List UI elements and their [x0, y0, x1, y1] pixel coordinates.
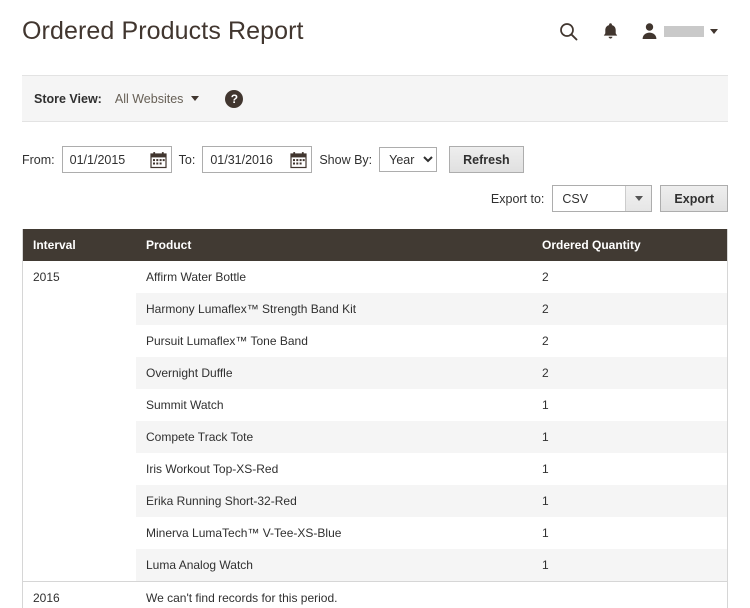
- user-name-redacted: [664, 26, 704, 37]
- store-view-label: Store View:: [34, 92, 102, 106]
- quantity-cell: 1: [532, 421, 727, 453]
- quantity-cell: 1: [532, 485, 727, 517]
- column-header-product: Product: [136, 229, 532, 261]
- store-view-select[interactable]: All Websites: [115, 92, 200, 106]
- product-cell: Pursuit Lumaflex™ Tone Band: [136, 325, 532, 357]
- calendar-icon[interactable]: [150, 151, 167, 168]
- column-header-interval: Interval: [23, 229, 136, 261]
- calendar-icon[interactable]: [290, 151, 307, 168]
- user-avatar-icon: [641, 22, 658, 40]
- search-icon[interactable]: [557, 20, 579, 42]
- quantity-cell: 1: [532, 549, 727, 582]
- product-cell: Compete Track Tote: [136, 421, 532, 453]
- from-label: From:: [22, 153, 55, 167]
- store-view-bar: Store View: All Websites ?: [22, 75, 728, 122]
- export-row: Export to: CSV Export: [22, 185, 728, 212]
- filter-row: From: 01/1/2015 To: 01/31/2016: [22, 146, 728, 173]
- table-row: 2015 Affirm Water Bottle 2: [23, 261, 727, 293]
- column-header-ordered-quantity: Ordered Quantity: [532, 229, 727, 261]
- export-button[interactable]: Export: [660, 185, 728, 212]
- product-cell: Overnight Duffle: [136, 357, 532, 389]
- quantity-cell: 1: [532, 453, 727, 485]
- quantity-cell: 2: [532, 325, 727, 357]
- table-row-empty: 2016 We can't find records for this peri…: [23, 582, 727, 608]
- export-to-label: Export to:: [491, 192, 545, 206]
- bell-icon[interactable]: [599, 20, 621, 42]
- chevron-down-icon: [191, 96, 199, 101]
- chevron-down-icon[interactable]: [625, 186, 651, 211]
- export-format-select[interactable]: CSV: [552, 185, 652, 212]
- table-header-row: Interval Product Ordered Quantity: [23, 229, 727, 261]
- quantity-cell: 2: [532, 261, 727, 293]
- product-cell: Minerva LumaTech™ V-Tee-XS-Blue: [136, 517, 532, 549]
- quantity-cell: 1: [532, 389, 727, 421]
- show-by-select[interactable]: Year: [379, 147, 437, 172]
- header-actions: [557, 20, 728, 42]
- chevron-down-icon: [710, 29, 718, 34]
- empty-period-message: We can't find records for this period.: [136, 582, 532, 608]
- quantity-cell: 2: [532, 293, 727, 325]
- store-view-selected-value: All Websites: [115, 92, 184, 106]
- quantity-cell: 1: [532, 517, 727, 549]
- show-by-label: Show By:: [319, 153, 372, 167]
- help-icon[interactable]: ?: [225, 90, 243, 108]
- table-head: Interval Product Ordered Quantity: [23, 229, 727, 261]
- user-menu[interactable]: [641, 22, 718, 40]
- interval-cell: 2015: [23, 261, 136, 582]
- product-cell: Affirm Water Bottle: [136, 261, 532, 293]
- product-cell: Summit Watch: [136, 389, 532, 421]
- quantity-cell: [532, 582, 727, 608]
- product-cell: Harmony Lumaflex™ Strength Band Kit: [136, 293, 532, 325]
- ordered-products-table: Interval Product Ordered Quantity 2015 A…: [23, 229, 727, 608]
- product-cell: Luma Analog Watch: [136, 549, 532, 582]
- page-title: Ordered Products Report: [22, 17, 304, 46]
- to-label: To:: [179, 153, 196, 167]
- page-header: Ordered Products Report: [0, 0, 750, 62]
- report-table-wrapper: Interval Product Ordered Quantity 2015 A…: [22, 229, 728, 608]
- to-date-field[interactable]: 01/31/2016: [202, 146, 312, 173]
- interval-cell: 2016: [23, 582, 136, 608]
- product-cell: Erika Running Short-32-Red: [136, 485, 532, 517]
- from-date-field[interactable]: 01/1/2015: [62, 146, 172, 173]
- export-format-value: CSV: [553, 186, 625, 211]
- product-cell: Iris Workout Top-XS-Red: [136, 453, 532, 485]
- to-date-value: 01/31/2016: [210, 153, 273, 167]
- from-date-value: 01/1/2015: [70, 153, 126, 167]
- table-body: 2015 Affirm Water Bottle 2 Harmony Lumaf…: [23, 261, 727, 608]
- refresh-button[interactable]: Refresh: [449, 146, 524, 173]
- quantity-cell: 2: [532, 357, 727, 389]
